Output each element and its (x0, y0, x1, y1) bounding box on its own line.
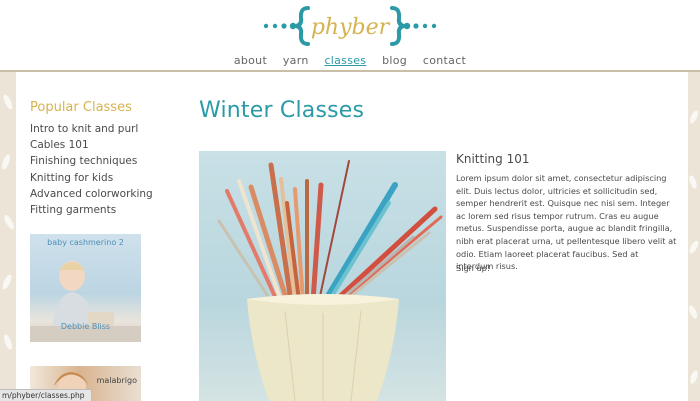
browser-status-url: m/phyber/classes.php (0, 389, 92, 401)
phyber-logo[interactable]: phyber (262, 4, 438, 48)
popular-classes-heading: Popular Classes (30, 100, 132, 115)
class-description: Lorem ipsum dolor sit amet, consectetur … (456, 173, 677, 272)
floral-border-left (0, 72, 16, 401)
thumb-caption: malabrigo (96, 376, 137, 385)
thumb-caption: baby cashmerino 2 (47, 238, 124, 247)
class-link-kids[interactable]: Knitting for kids (30, 170, 153, 186)
site-header: phyber about yarn classes blog contact (0, 0, 700, 70)
nav-about[interactable]: about (234, 54, 267, 67)
yarn-ad-baby-cashmerino[interactable]: baby cashmerino 2 Debbie Bliss (30, 234, 141, 342)
svg-text:phyber: phyber (311, 15, 391, 40)
knitting-needles-photo (199, 151, 446, 401)
class-link-fitting[interactable]: Fitting garments (30, 202, 153, 218)
floral-border-right (688, 72, 700, 401)
main-nav: about yarn classes blog contact (0, 54, 700, 70)
class-link-colorworking[interactable]: Advanced colorworking (30, 186, 153, 202)
class-link-cables[interactable]: Cables 101 (30, 137, 153, 153)
class-title: Knitting 101 (456, 152, 530, 166)
nav-classes[interactable]: classes (324, 54, 366, 67)
page-title: Winter Classes (199, 98, 365, 123)
class-link-intro[interactable]: Intro to knit and purl (30, 121, 153, 137)
nav-blog[interactable]: blog (382, 54, 407, 67)
popular-classes-list: Intro to knit and purl Cables 101 Finish… (30, 121, 153, 218)
nav-contact[interactable]: contact (423, 54, 466, 67)
signup-link[interactable]: Sign up! (456, 263, 490, 273)
thumb-caption-brand: Debbie Bliss (60, 322, 111, 331)
nav-yarn[interactable]: yarn (283, 54, 309, 67)
class-link-finishing[interactable]: Finishing techniques (30, 153, 153, 169)
